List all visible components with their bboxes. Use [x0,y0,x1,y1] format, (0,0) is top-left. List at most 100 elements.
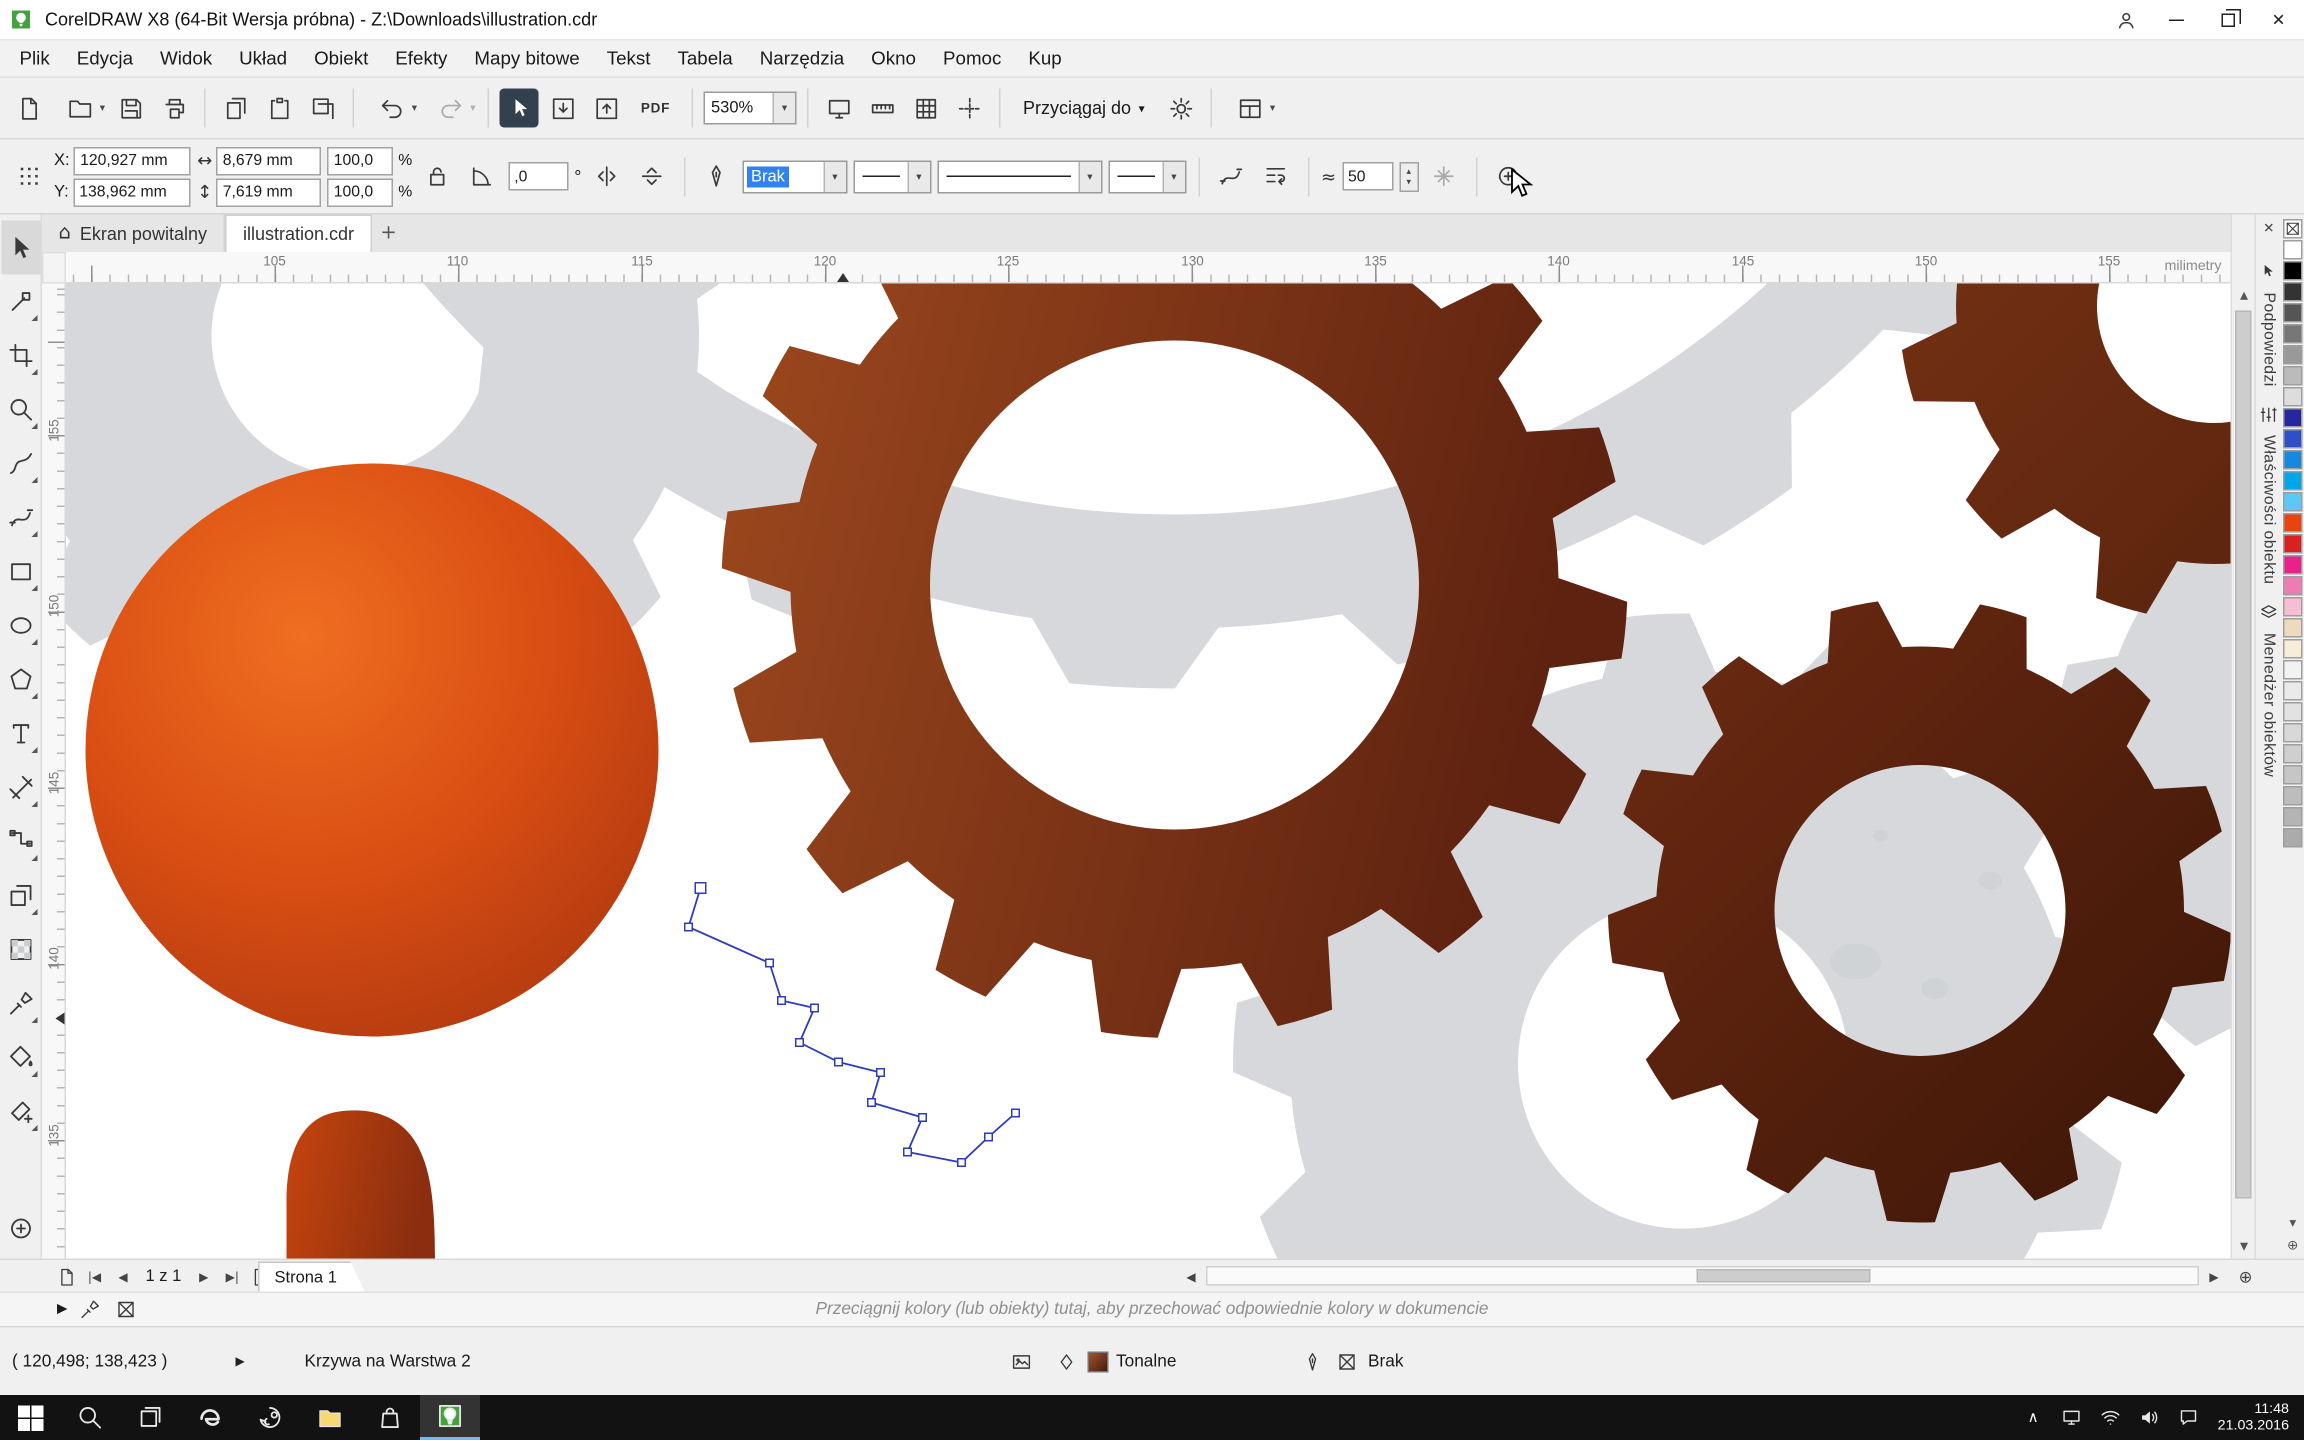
edge-icon[interactable] [180,1395,240,1440]
tool-eyedropper[interactable] [1,977,40,1031]
tool-connector[interactable] [1,815,40,869]
tool-contour[interactable] [1,869,40,923]
curve-node[interactable] [796,1039,804,1047]
curve-node[interactable] [877,1069,885,1077]
curve-node[interactable] [958,1159,966,1167]
color-swatch[interactable] [2283,261,2303,281]
color-swatch[interactable] [2283,366,2303,386]
menu-mapy-bitowe[interactable]: Mapy bitowe [461,41,593,77]
horizontal-ruler[interactable]: milimetry 105110115120125130135140145150… [66,252,2231,284]
chevron-down-icon[interactable]: ▾ [907,161,930,191]
show-guidelines-button[interactable] [950,89,989,128]
open-button[interactable]: ▾ [53,89,107,128]
fill-color-swatch[interactable] [1088,1351,1109,1372]
curve-node[interactable] [868,1099,876,1107]
page-tab-strona-1[interactable]: Strona 1 [258,1262,365,1294]
menu-okno[interactable]: Okno [858,41,930,77]
curve-node[interactable] [1012,1109,1020,1117]
color-swatch[interactable] [2283,240,2303,260]
show-rulers-button[interactable] [863,89,902,128]
y-position-input[interactable]: 138,962 mm [73,178,190,207]
redo-button[interactable]: ▾ [423,89,477,128]
first-page-button[interactable]: |◀ [83,1263,107,1290]
color-swatch[interactable] [2283,513,2303,533]
color-swatch[interactable] [2283,744,2303,764]
color-swatch[interactable] [2283,387,2303,407]
outline-width-select[interactable]: Brak▾ [742,160,847,193]
menu-pomoc[interactable]: Pomoc [930,41,1015,77]
color-swatch[interactable] [2283,618,2303,638]
color-swatch[interactable] [2283,765,2303,785]
color-swatch[interactable] [2283,660,2303,680]
ruler-origin-button[interactable] [42,252,66,284]
color-swatch[interactable] [2283,345,2303,365]
tool-text[interactable] [1,707,40,761]
curve-node[interactable] [835,1058,843,1066]
close-curve-button[interactable] [1211,157,1250,196]
tool-zoom[interactable] [1,383,40,437]
color-swatch[interactable] [2283,408,2303,428]
store-icon[interactable] [360,1395,420,1440]
curve-node[interactable] [778,997,786,1005]
docker-tab-podpowiedzi[interactable]: Podpowiedzi [2259,263,2279,387]
color-swatch[interactable] [2283,723,2303,743]
account-icon[interactable] [2100,0,2151,39]
tool-dimension[interactable] [1,761,40,815]
scroll-left-button[interactable]: ◀ [1179,1263,1203,1290]
gray-spot-4[interactable] [1874,830,1889,842]
tool-shape[interactable] [1,275,40,329]
color-swatch[interactable] [2283,429,2303,449]
tray-action-center-icon[interactable] [2170,1395,2209,1440]
options-button[interactable] [1161,89,1200,128]
file-explorer-icon[interactable] [300,1395,360,1440]
menu-narzędzia[interactable]: Narzędzia [746,41,857,77]
docker-tab-menedżer-obiektów[interactable]: Menedżer obiektów [2259,602,2279,776]
save-button[interactable] [111,89,150,128]
tool-freehand[interactable] [1,437,40,491]
document-info-icon[interactable] [1008,1348,1035,1375]
gray-spot-3[interactable] [1979,872,2003,890]
gray-spot-2[interactable] [1922,978,1949,999]
docker-close-icon[interactable]: ✕ [2255,215,2282,245]
palette-scroll-down-icon[interactable]: ▾ [2282,1217,2304,1232]
color-swatch[interactable] [2283,786,2303,806]
tray-display-icon[interactable] [2053,1395,2092,1440]
smoothing-stepper[interactable]: ▴▾ [1399,161,1419,191]
coreldraw-taskbar-icon[interactable] [420,1395,480,1440]
text-wrap-button[interactable] [1256,157,1295,196]
start-arrowhead-select[interactable]: ▾ [853,160,931,193]
next-page-button[interactable]: ▶ [192,1263,216,1290]
color-swatch[interactable] [2283,471,2303,491]
horizontal-scrollbar[interactable] [1206,1266,2199,1286]
object-width-input[interactable]: 8,679 mm [217,146,322,175]
gray-spot-1[interactable] [1830,944,1881,980]
chevron-down-icon[interactable]: ▾ [773,93,796,123]
print-button[interactable] [155,89,194,128]
vertical-ruler[interactable]: 155150145140135 [42,284,66,1259]
restore-button[interactable] [2202,0,2253,39]
last-page-button[interactable]: ▶| [220,1263,244,1290]
add-page-button[interactable] [54,1263,78,1290]
new-tab-button[interactable]: + [372,215,405,253]
tool-polygon[interactable] [1,653,40,707]
chevron-down-icon[interactable]: ▾ [1162,161,1185,191]
mirror-vertical-button[interactable] [632,157,671,196]
docker-tab-właściwości-obiektu[interactable]: Właściwości obiektu [2259,405,2279,584]
tool-ellipse[interactable] [1,599,40,653]
scroll-up-button[interactable]: ▲ [2232,284,2256,308]
scale-x-input[interactable]: 100,0 [328,146,394,175]
scale-y-input[interactable]: 100,0 [328,178,394,207]
search-content-button[interactable] [500,89,539,128]
color-swatch[interactable] [2283,807,2303,827]
color-swatch[interactable] [2283,828,2303,848]
line-style-select[interactable]: ▾ [937,160,1102,193]
taskbar-clock[interactable]: 11:4821.03.2016 [2209,1401,2304,1434]
vertical-scrollbar[interactable]: ▲ ▼ [2231,284,2255,1259]
tab-illustration-cdr[interactable]: illustration.cdr [225,215,372,253]
scroll-right-button[interactable]: ▶ [2202,1263,2226,1290]
color-swatch[interactable] [2283,534,2303,554]
tool-fill[interactable] [1,1031,40,1085]
tool-bezier[interactable] [1,491,40,545]
palette-expand-icon[interactable]: ⊕ [2282,1239,2304,1254]
menu-tabela[interactable]: Tabela [664,41,746,77]
